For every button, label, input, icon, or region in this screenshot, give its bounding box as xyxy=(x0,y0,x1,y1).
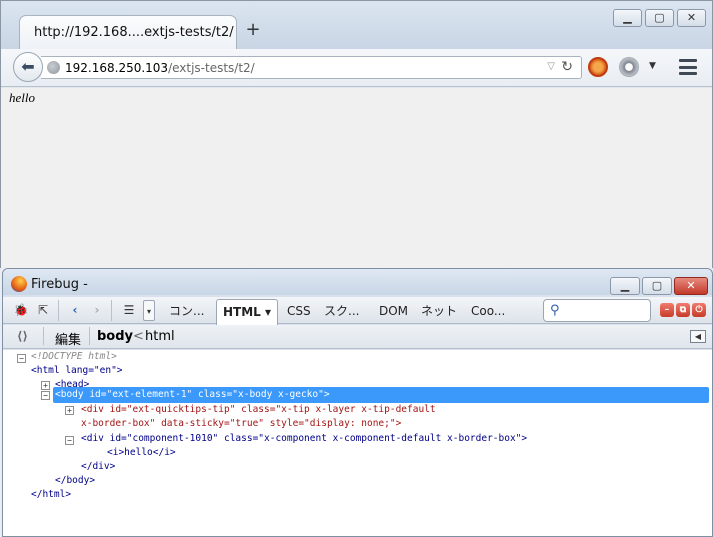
tab-css[interactable]: CSS xyxy=(281,299,317,323)
firebug-toolbar: 🐞 ⇱ ‹ › ☰ ▾ コン... HTML ▾ CSS スク... DOM ネ… xyxy=(3,297,712,325)
window-controls: ▁ ▢ ✕ xyxy=(613,9,706,27)
firebug-minimize-icon[interactable]: – xyxy=(660,303,674,317)
side-panel-toggle-icon[interactable]: ◀ xyxy=(690,330,706,343)
url-host: 192.168.250.103 xyxy=(65,61,169,75)
new-tab-icon[interactable]: + xyxy=(244,21,262,39)
reload-icon[interactable]: ↻ xyxy=(561,59,573,75)
html-tree-html-close: </html> xyxy=(31,489,72,500)
edit-button[interactable]: 編集 xyxy=(55,329,81,348)
firebug-bug-icon[interactable]: 🐞 xyxy=(11,300,31,321)
chevron-down-icon[interactable]: ▼ xyxy=(649,61,656,71)
browser-window: http://192.168....extjs-tests/t2/ + ▁ ▢ … xyxy=(0,0,713,268)
firebug-minimize-button[interactable]: ▁ xyxy=(610,277,640,295)
noscript-icon[interactable] xyxy=(588,57,608,77)
history-dropdown-icon[interactable]: ▽ xyxy=(547,61,555,72)
firebug-titlebar: Firebug - ▁ ▢ ✕ xyxy=(3,269,712,295)
firebug-maximize-button[interactable]: ▢ xyxy=(642,277,672,295)
maximize-icon: ▢ xyxy=(654,11,665,24)
firebug-detach-icon[interactable]: ⧉ xyxy=(676,303,690,317)
separator xyxy=(89,327,90,345)
firebug-title: Firebug - xyxy=(31,277,88,292)
inspect-icon[interactable]: ⇱ xyxy=(33,300,53,321)
firebug-window: Firebug - ▁ ▢ ✕ 🐞 ⇱ ‹ › ☰ ▾ コン... HTML ▾… xyxy=(2,268,713,537)
html-tree-i-element[interactable]: <i>hello</i> xyxy=(107,446,176,460)
back-button[interactable]: ⬅ xyxy=(13,52,43,82)
code-brackets-icon[interactable]: ⟨⟩ xyxy=(17,329,28,343)
firefox-logo-icon xyxy=(11,276,27,292)
tab-title: http://192.168....extjs-tests/t2/ xyxy=(34,25,234,40)
tab-cookies[interactable]: Coo... xyxy=(465,299,511,323)
breadcrumb-parent[interactable]: html xyxy=(145,329,175,344)
tab-net[interactable]: ネット xyxy=(415,299,463,323)
tab-html[interactable]: HTML ▾ xyxy=(216,299,279,325)
collapse-toggle-icon[interactable]: − xyxy=(41,391,50,400)
menu-dropdown-icon[interactable]: ▾ xyxy=(143,300,155,321)
url-text: 192.168.250.103/extjs-tests/t2/ xyxy=(65,61,255,75)
firebug-power-icon[interactable]: ⏻ xyxy=(692,303,706,317)
browser-tab[interactable]: http://192.168....extjs-tests/t2/ xyxy=(19,15,237,49)
separator xyxy=(58,300,59,321)
close-icon: ✕ xyxy=(686,279,696,292)
maximize-icon: ▢ xyxy=(651,279,663,292)
firebug-breadcrumb-bar: ⟨⟩ 編集 body < html ◀ xyxy=(3,325,712,349)
list-icon[interactable]: ☰ xyxy=(119,300,139,321)
minimize-icon: ▁ xyxy=(620,279,630,292)
back-arrow-icon: ⬅ xyxy=(21,57,35,76)
html-tree-body-open[interactable]: <body id="ext-element-1" class="x-body x… xyxy=(55,388,330,402)
globe-icon xyxy=(47,61,60,74)
html-tree-doctype: <!DOCTYPE html> xyxy=(31,351,117,362)
html-tree-quicktips-div[interactable]: <div id="ext-quicktips-tip" class="x-tip… xyxy=(81,403,436,417)
search-icon: ⚲ xyxy=(550,303,560,318)
html-tree-quicktips-div-cont: x-border-box" data-sticky="true" style="… xyxy=(81,418,402,429)
html-tree-body-close: </body> xyxy=(55,475,96,486)
browser-titlebar: http://192.168....extjs-tests/t2/ + ▁ ▢ … xyxy=(1,1,712,49)
firebug-search-input[interactable]: ⚲ xyxy=(543,299,651,322)
firebug-close-button[interactable]: ✕ xyxy=(674,277,708,295)
breadcrumb-current[interactable]: body xyxy=(97,329,133,344)
firebug-window-controls: ▁ ▢ ✕ xyxy=(610,277,708,295)
back-icon[interactable]: ‹ xyxy=(65,300,85,321)
url-path: /extjs-tests/t2/ xyxy=(168,61,255,75)
expand-toggle-icon[interactable]: + xyxy=(41,381,50,390)
expand-toggle-icon[interactable]: + xyxy=(65,406,74,415)
breadcrumb-separator: < xyxy=(133,329,144,344)
tab-script[interactable]: スク... xyxy=(318,299,365,323)
maximize-button[interactable]: ▢ xyxy=(645,9,674,27)
forward-icon[interactable]: › xyxy=(87,300,107,321)
tab-console[interactable]: コン... xyxy=(163,299,210,323)
page-hello-text: hello xyxy=(9,90,35,105)
menu-icon[interactable] xyxy=(679,59,697,75)
minimize-icon: ▁ xyxy=(623,11,632,24)
collapse-toggle-icon[interactable]: − xyxy=(17,354,26,363)
minimize-button[interactable]: ▁ xyxy=(613,9,642,27)
html-tree-panel: <!DOCTYPE html> − <html lang="en"> + <he… xyxy=(3,350,712,536)
close-icon: ✕ xyxy=(686,11,697,24)
tab-dom[interactable]: DOM xyxy=(373,299,414,323)
html-tree-div-close: </div> xyxy=(81,461,116,472)
url-bar[interactable]: 192.168.250.103/extjs-tests/t2/ ▽ ↻ xyxy=(41,56,582,79)
navigation-bar: 192.168.250.103/extjs-tests/t2/ ▽ ↻ ⬅ ▼ xyxy=(1,49,712,87)
separator xyxy=(111,300,112,321)
html-tree-html-open[interactable]: <html lang="en"> xyxy=(31,364,123,378)
page-content: hello xyxy=(1,88,712,268)
close-button[interactable]: ✕ xyxy=(677,9,706,27)
separator xyxy=(43,327,44,345)
html-tree-component-div[interactable]: <div id="component-1010" class="x-compon… xyxy=(81,432,527,446)
collapse-toggle-icon[interactable]: − xyxy=(65,436,74,445)
gear-icon[interactable] xyxy=(619,57,639,77)
